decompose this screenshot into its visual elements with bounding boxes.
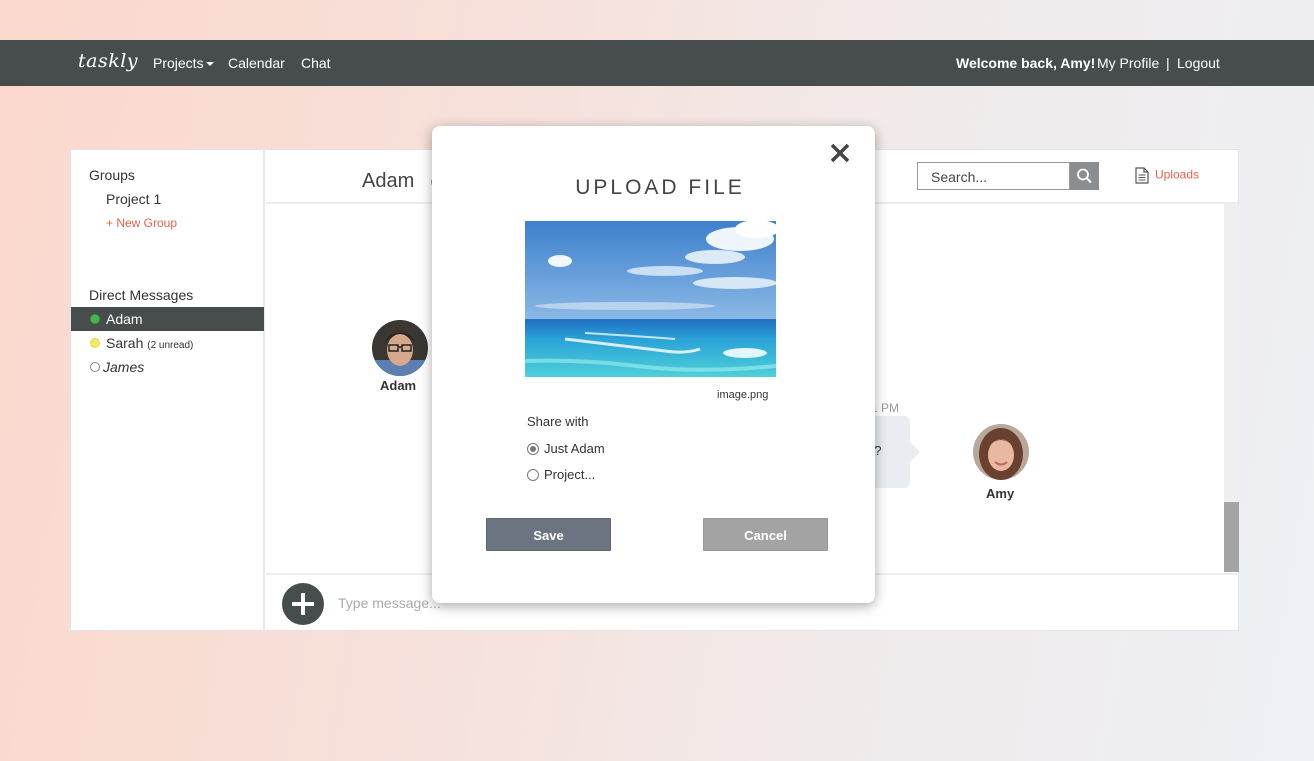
chat-scrollbar[interactable] bbox=[1224, 204, 1239, 572]
sidebar-item-project-1[interactable]: Project 1 bbox=[106, 191, 161, 207]
logout-link[interactable]: Logout bbox=[1177, 55, 1220, 71]
radio-selected-icon[interactable] bbox=[527, 443, 539, 455]
top-navbar: taskly Projects Calendar Chat Welcome ba… bbox=[0, 40, 1314, 86]
my-profile-link[interactable]: My Profile bbox=[1097, 55, 1159, 71]
avatar-name-adam: Adam bbox=[380, 378, 417, 393]
welcome-message: Welcome back, Amy! bbox=[956, 55, 1096, 71]
adam-photo bbox=[372, 320, 428, 376]
new-group-link[interactable]: + New Group bbox=[106, 216, 177, 230]
dm-item-james[interactable]: James bbox=[71, 355, 264, 379]
dm-name-text: Sarah bbox=[106, 335, 144, 351]
message-timestamp: 1 PM bbox=[871, 401, 900, 415]
sidebar: Groups Project 1 + New Group Direct Mess… bbox=[71, 150, 265, 630]
caret-down-icon bbox=[205, 62, 214, 67]
message-input[interactable]: Type message... bbox=[338, 595, 441, 611]
radio-label: Project... bbox=[544, 467, 596, 482]
dm-name: James bbox=[103, 359, 145, 375]
groups-heading: Groups bbox=[89, 167, 135, 183]
close-icon bbox=[830, 143, 850, 163]
away-status-icon bbox=[90, 338, 100, 348]
uploads-link[interactable]: Uploads bbox=[1135, 167, 1199, 184]
uploads-label: Uploads bbox=[1155, 167, 1200, 182]
dm-name: Sarah (2 unread) bbox=[106, 335, 193, 351]
nav-projects-label: Projects bbox=[153, 55, 204, 71]
avatar-name-amy: Amy bbox=[986, 486, 1015, 501]
save-button[interactable]: Save bbox=[486, 518, 611, 551]
search-input[interactable]: Search... bbox=[917, 162, 1070, 190]
offline-status-icon bbox=[90, 362, 100, 372]
ocean-image bbox=[525, 221, 776, 377]
document-icon bbox=[1135, 167, 1149, 184]
radio-project[interactable]: Project... bbox=[527, 466, 727, 484]
nav-separator: | bbox=[1166, 55, 1170, 71]
radio-just-adam[interactable]: Just Adam bbox=[527, 440, 727, 458]
upload-file-modal: UPLOAD FILE image.png Share with Just Ad… bbox=[432, 126, 875, 603]
search-icon bbox=[1077, 168, 1092, 184]
online-status-icon bbox=[90, 314, 100, 324]
add-attachment-button[interactable] bbox=[282, 583, 324, 625]
search-button[interactable] bbox=[1070, 162, 1099, 190]
amy-photo bbox=[973, 424, 1029, 480]
radio-unselected-icon[interactable] bbox=[527, 469, 539, 481]
avatar-adam[interactable] bbox=[372, 320, 428, 376]
chat-title: Adam bbox=[362, 170, 415, 192]
nav-chat[interactable]: Chat bbox=[301, 55, 331, 71]
scrollbar-thumb[interactable] bbox=[1224, 502, 1239, 572]
avatar-amy[interactable] bbox=[973, 424, 1029, 480]
dm-item-sarah[interactable]: Sarah (2 unread) bbox=[71, 331, 264, 355]
dm-item-adam[interactable]: Adam bbox=[71, 307, 264, 331]
close-button[interactable] bbox=[829, 142, 851, 164]
file-name: image.png bbox=[717, 389, 769, 401]
radio-label: Just Adam bbox=[544, 441, 605, 456]
nav-calendar[interactable]: Calendar bbox=[228, 55, 285, 71]
unread-count: (2 unread) bbox=[147, 340, 194, 351]
cancel-button[interactable]: Cancel bbox=[703, 518, 828, 551]
share-with-label: Share with bbox=[527, 414, 589, 429]
dm-name: Adam bbox=[106, 311, 143, 327]
modal-title: UPLOAD FILE bbox=[575, 176, 745, 199]
direct-messages-heading: Direct Messages bbox=[89, 287, 194, 303]
image-preview bbox=[525, 221, 776, 377]
taskly-logo[interactable]: taskly bbox=[78, 50, 138, 72]
nav-projects[interactable]: Projects bbox=[153, 55, 214, 71]
